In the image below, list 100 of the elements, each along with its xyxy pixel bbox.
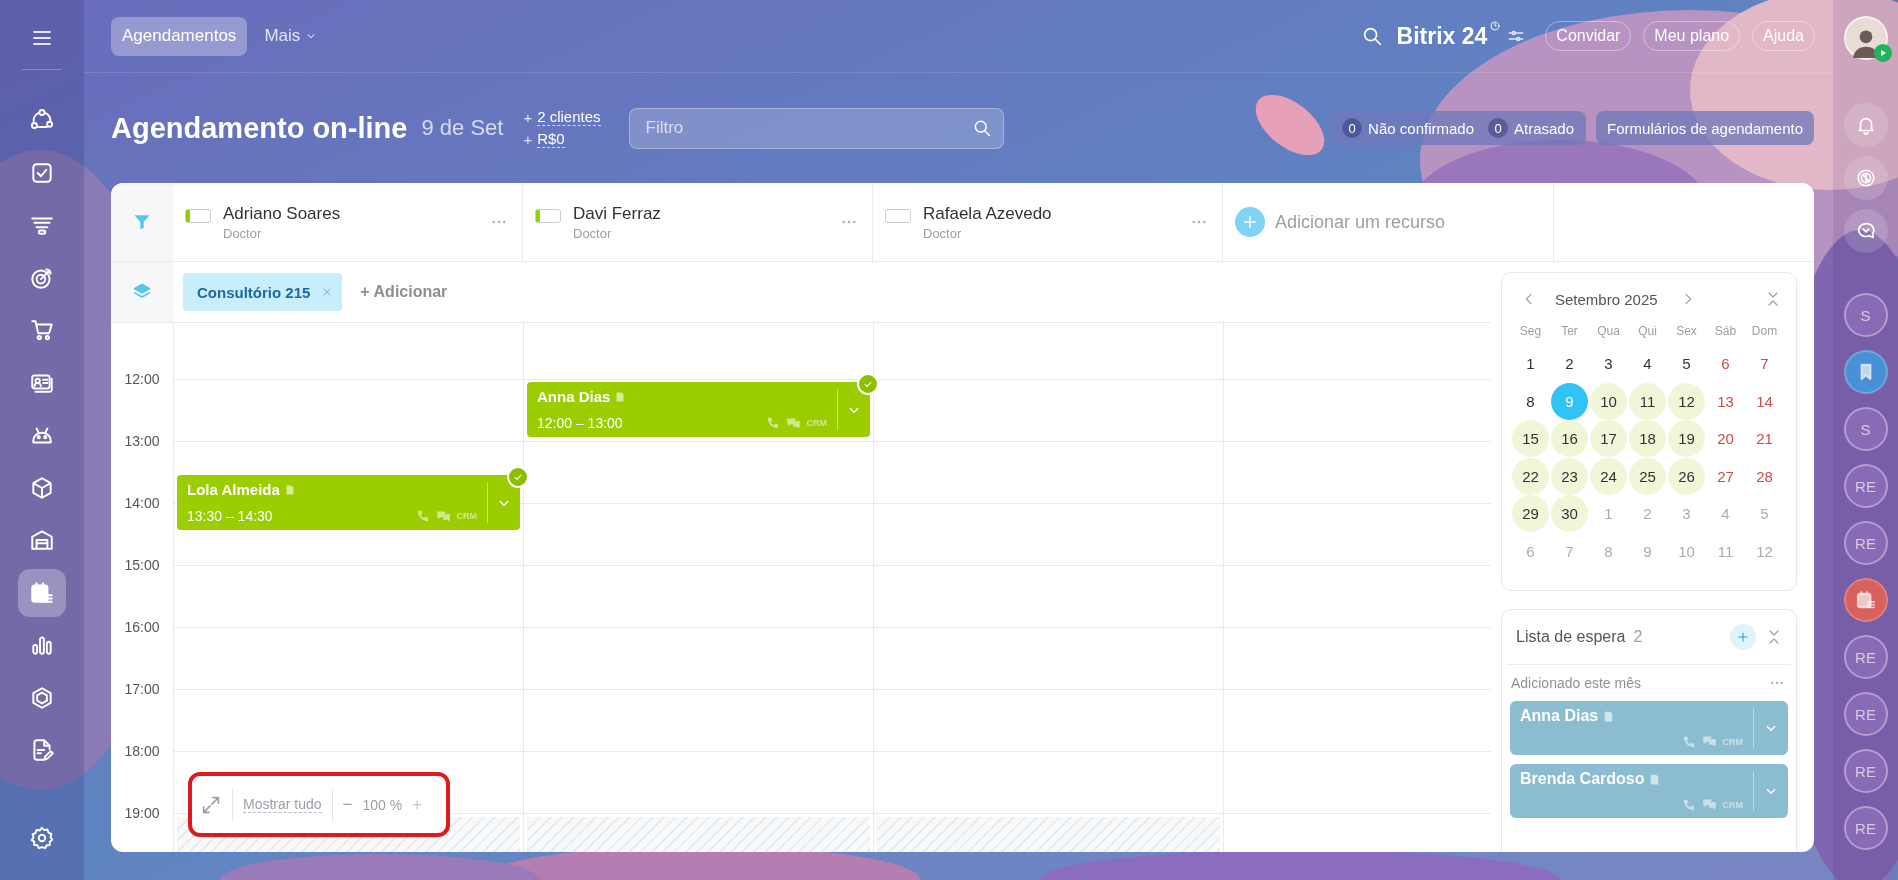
calendar-day[interactable]: 14 — [1746, 382, 1783, 420]
waiting-card[interactable]: Anna Dias CRM — [1510, 701, 1788, 755]
calendar-day[interactable]: 11 — [1707, 532, 1744, 570]
tab[interactable]: Agendamentos — [111, 16, 248, 56]
calendar-day[interactable]: 12 — [1746, 532, 1783, 570]
calendar-day[interactable]: 7 — [1551, 532, 1588, 570]
appointment-card[interactable]: Lola Almeida 13:30 – 14:30 CRM — [177, 475, 520, 530]
calendar-day[interactable]: 4 — [1629, 345, 1666, 383]
calendar-day[interactable]: 28 — [1746, 457, 1783, 495]
avatar[interactable]: RE — [1843, 635, 1888, 679]
calendar-day[interactable]: 18 — [1629, 420, 1666, 458]
time-label: 19:00 — [123, 804, 161, 823]
calendar-day[interactable]: 24 — [1590, 457, 1627, 495]
hexagon-icon — [29, 684, 55, 711]
avatar[interactable]: RE — [1843, 692, 1888, 736]
calendar-day[interactable]: 15 — [1512, 420, 1549, 458]
resource-role: Doctor — [223, 225, 263, 241]
appointment-card[interactable]: Anna Dias 12:00 – 13:00 CRM — [527, 382, 870, 437]
add-resource-label[interactable]: Adicionar um recurso — [1275, 211, 1446, 233]
calendar-day[interactable]: 1 — [1590, 495, 1627, 533]
calendar-day[interactable]: 27 — [1707, 457, 1744, 495]
status-filter[interactable]: 0 Não confirmado — [1338, 118, 1478, 138]
calendar-day[interactable]: 3 — [1590, 345, 1627, 383]
calendar-day[interactable]: 2 — [1629, 495, 1666, 533]
time-range: 12:00 – 13:00 — [537, 415, 624, 431]
tool-button[interactable] — [1843, 103, 1888, 147]
calendar-day[interactable]: 16 — [1551, 420, 1588, 458]
calendar-day[interactable]: 12 — [1668, 382, 1705, 420]
show-all-link[interactable]: Mostrar tudo — [243, 796, 322, 813]
calendar-day[interactable]: 10 — [1590, 382, 1627, 420]
calendar-day[interactable]: 22 — [1512, 457, 1549, 495]
tool-button[interactable] — [1843, 209, 1888, 253]
add-chip-button[interactable]: + Adicionar — [354, 282, 454, 302]
phone-icon[interactable] — [765, 416, 780, 430]
calendar-day[interactable]: 1 — [1512, 345, 1549, 383]
avatar[interactable]: S — [1843, 407, 1888, 451]
calendar-day[interactable]: 20 — [1707, 420, 1744, 458]
calendar-day[interactable]: 25 — [1629, 457, 1666, 495]
add-resource-button[interactable] — [1235, 207, 1265, 237]
calendar-day[interactable]: 10 — [1668, 532, 1705, 570]
calendar-day[interactable]: 3 — [1668, 495, 1705, 533]
tool-button[interactable] — [1843, 156, 1888, 200]
calendar-day[interactable]: 5 — [1668, 345, 1705, 383]
stat-link[interactable]: 2 clientes — [537, 108, 601, 126]
calendar-day[interactable]: 6 — [1512, 532, 1549, 570]
calendar-day[interactable]: 9 — [1629, 532, 1666, 570]
calendar-day[interactable]: 29 — [1512, 495, 1549, 533]
waiting-card[interactable]: Brenda Cardoso CRM — [1510, 764, 1788, 818]
calendar-day[interactable]: 17 — [1590, 420, 1627, 458]
weekday-label: Dom — [1750, 324, 1779, 338]
phone-icon[interactable] — [1681, 734, 1696, 749]
sidebar-item[interactable] — [18, 568, 66, 617]
calendar-day[interactable]: 26 — [1668, 457, 1705, 495]
resource-name: Rafaela Azevedo — [923, 203, 1053, 224]
client-name: Anna Dias — [537, 388, 611, 405]
add-button[interactable] — [1730, 624, 1756, 650]
calendar-day[interactable]: 23 — [1551, 457, 1588, 495]
resource-chip[interactable]: Consultório 215 — [183, 273, 343, 311]
phone-icon[interactable] — [1681, 797, 1696, 812]
date-label: 9 de Set — [421, 115, 504, 141]
avatar[interactable]: RE — [1843, 521, 1888, 565]
zoom-in-button[interactable]: + — [412, 794, 423, 815]
calendar-day[interactable]: 21 — [1746, 420, 1783, 458]
client-name: Lola Almeida — [187, 481, 280, 498]
tab[interactable]: Mais — [253, 16, 330, 56]
avatar[interactable]: RE — [1843, 806, 1888, 850]
calendar-day[interactable]: 4 — [1707, 495, 1744, 533]
calendar-day[interactable]: 8 — [1590, 532, 1627, 570]
logo: Bitrix 24 — [1396, 22, 1488, 50]
avatar[interactable]: RE — [1843, 464, 1888, 508]
calendar-day[interactable]: 6 — [1707, 345, 1744, 383]
plus-icon — [1241, 213, 1259, 231]
calendar-day[interactable]: 13 — [1707, 382, 1744, 420]
status-filter[interactable]: 0 Atrasado — [1484, 118, 1579, 138]
calendar-day[interactable]: 9 — [1551, 382, 1588, 420]
stat-link[interactable]: R$0 — [537, 130, 565, 148]
chip-label: Consultório 215 — [197, 283, 311, 301]
chat-icon[interactable] — [1701, 797, 1717, 812]
phone-icon[interactable] — [415, 509, 430, 523]
clock-icon[interactable] — [1489, 20, 1502, 32]
calendar-day[interactable]: 30 — [1551, 495, 1588, 533]
group-label: Adicionado este mês — [1511, 675, 1642, 691]
weekday-label: Ter — [1560, 324, 1579, 338]
calendar-day[interactable]: 19 — [1668, 420, 1705, 458]
cart-icon — [29, 317, 55, 343]
page-title: Agendamento on-line — [111, 111, 408, 145]
zoom-value: 100 % — [362, 796, 403, 813]
calendar-day[interactable]: 2 — [1551, 345, 1588, 383]
calendar-day[interactable]: 7 — [1746, 345, 1783, 383]
avatar[interactable]: S — [1843, 293, 1888, 337]
chat-icon[interactable] — [1701, 734, 1717, 749]
forms-button[interactable]: Formulários de agendamento — [1596, 111, 1814, 145]
plus-icon — [1736, 630, 1750, 644]
zoom-out-button[interactable]: − — [342, 794, 353, 815]
calendar-day[interactable]: 11 — [1629, 382, 1666, 420]
calendar-day[interactable]: 8 — [1512, 382, 1549, 420]
calendar-day[interactable]: 5 — [1746, 495, 1783, 533]
count-label: 2 — [1633, 628, 1643, 646]
filter-icon[interactable] — [132, 212, 152, 232]
avatar[interactable]: RE — [1843, 749, 1888, 793]
